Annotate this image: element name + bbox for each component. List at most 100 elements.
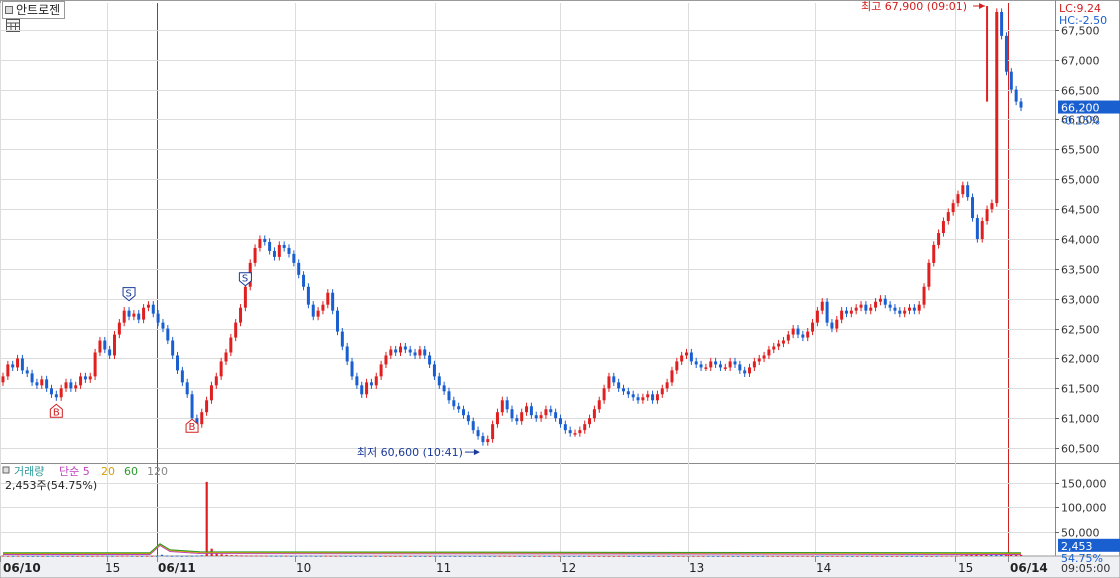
candle-body (801, 334, 805, 338)
candle-body (360, 385, 364, 395)
candle-body (127, 310, 131, 317)
candle-body (185, 382, 189, 395)
y-tick-label: 67,000 (1061, 55, 1100, 68)
candle-body (166, 328, 170, 341)
volume-bar (687, 555, 690, 557)
volume-bar (970, 554, 973, 556)
marker-label: B (53, 407, 60, 418)
volume-bar (314, 555, 318, 557)
candle-body (30, 373, 34, 383)
candle-body (520, 412, 524, 422)
volume-bar (434, 555, 437, 557)
buy-marker (49, 403, 63, 418)
volume-ma-line (3, 543, 1022, 554)
candle-body (292, 253, 296, 263)
volume-bar (165, 555, 169, 557)
candle-body (772, 346, 776, 350)
volume-bar (121, 555, 124, 557)
candle-body (491, 424, 495, 440)
volume-bar (399, 555, 402, 557)
volume-bar (384, 555, 387, 557)
volume-bar (86, 555, 89, 557)
candle-body (1019, 101, 1023, 108)
volume-bar (280, 555, 283, 557)
candle-body (525, 406, 529, 413)
x-tick-label: 15 (105, 561, 120, 575)
candle-body (112, 334, 116, 356)
volume-bar (697, 555, 700, 557)
candle-body (820, 301, 824, 311)
candle-body (728, 361, 732, 368)
volume-bar (329, 555, 332, 557)
volume-bar (31, 555, 34, 557)
volume-bar (374, 555, 377, 557)
volume-bar (448, 555, 452, 557)
candle-body (171, 340, 175, 356)
volume-bar (801, 555, 804, 557)
candle-body (549, 409, 553, 413)
volume-bar (781, 555, 784, 557)
candle-body (93, 352, 97, 377)
volume-bar (652, 555, 655, 557)
x-tick-label: 13 (689, 561, 704, 575)
y-tick-label: 62,500 (1061, 324, 1100, 337)
volume-tick-label: 50,000 (1061, 527, 1100, 540)
candle-body (689, 352, 693, 362)
volume-bar (607, 555, 611, 557)
stock-tab[interactable]: 안트로젠 (2, 1, 66, 19)
volume-bar (940, 555, 943, 557)
volume-bar (468, 555, 471, 557)
candle-body (665, 382, 669, 389)
volume-bar (160, 554, 164, 556)
candle-body (752, 361, 756, 368)
stock-name: 안트로젠 (16, 3, 61, 17)
candle-body (631, 394, 635, 398)
current-price: 66,200 (1061, 102, 1100, 115)
volume-bar (458, 555, 462, 557)
candle-body (297, 262, 301, 275)
candle-body (355, 376, 359, 386)
volume-bar (185, 555, 188, 557)
candle-body (864, 304, 868, 311)
candle-body (680, 355, 684, 362)
volume-bar (642, 555, 645, 557)
candle-body (990, 203, 994, 210)
candle-body (859, 304, 863, 308)
volume-bar (920, 555, 923, 557)
candle-body (777, 343, 781, 347)
candle-body (568, 430, 572, 434)
price-volume-chart[interactable]: 67,500 67,000 66,500 66,000 65,500 65,000 64,5… (0, 0, 1120, 578)
volume-bar (523, 555, 526, 557)
candle-body (151, 304, 155, 314)
volume-bar (761, 555, 764, 557)
volume-bar (319, 555, 323, 557)
candle-body (980, 221, 984, 239)
volume-bar (419, 555, 422, 557)
volume-bar (364, 555, 367, 557)
candle-body (849, 310, 853, 314)
candle-body (675, 361, 679, 371)
volume-bar (627, 555, 630, 557)
volume-bar (513, 555, 516, 557)
volume-bar (389, 555, 392, 557)
y-tick-label: 61,500 (1061, 383, 1100, 396)
candle-body (25, 370, 29, 374)
candle-body (1004, 35, 1008, 72)
candle-body (326, 292, 330, 305)
tab-checkbox-icon[interactable] (5, 6, 13, 14)
volume-bar (831, 555, 834, 557)
candle-body (781, 340, 785, 344)
candle-body (558, 418, 562, 425)
volume-bar (111, 555, 114, 557)
volume-bar (811, 555, 814, 557)
candle-body (190, 394, 194, 419)
volume-bar (344, 555, 347, 557)
volume-bar (985, 554, 988, 556)
volume-bar (597, 555, 601, 557)
candle-body (888, 304, 892, 308)
candle-body (995, 11, 999, 204)
volume-bar (146, 555, 149, 557)
grid-table-icon[interactable] (6, 19, 20, 32)
volume-bar (2, 555, 5, 557)
candle-body (617, 382, 621, 389)
